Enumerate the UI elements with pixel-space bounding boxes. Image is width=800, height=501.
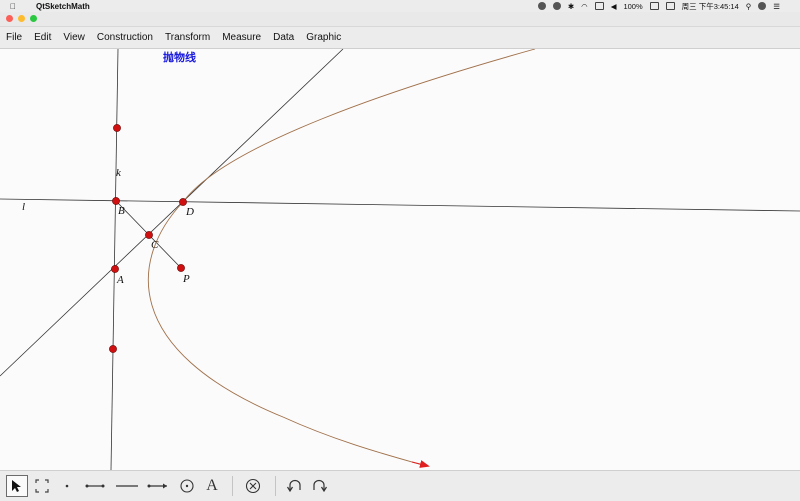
- menu-list-icon[interactable]: ☰: [773, 2, 780, 11]
- bluetooth-icon[interactable]: ✱: [568, 2, 574, 11]
- label-d[interactable]: D: [185, 206, 194, 218]
- select-arrow-icon[interactable]: [6, 475, 28, 497]
- label-k[interactable]: k: [116, 167, 122, 179]
- marquee-select-icon[interactable]: [31, 475, 53, 497]
- apple-icon[interactable]: : [10, 2, 16, 11]
- minimize-window-button[interactable]: [18, 15, 25, 22]
- spotlight-icon[interactable]: ⚲: [746, 2, 752, 11]
- menu-edit[interactable]: Edit: [28, 32, 57, 43]
- undo-icon[interactable]: [284, 475, 306, 497]
- battery-icon[interactable]: [649, 2, 659, 10]
- wifi-icon[interactable]: ◠: [581, 2, 588, 11]
- delete-icon[interactable]: [242, 475, 264, 497]
- ray-icon[interactable]: [147, 475, 169, 497]
- label-c[interactable]: C: [151, 239, 159, 251]
- label-b[interactable]: B: [118, 205, 125, 217]
- battery-percent: 100%: [623, 1, 643, 11]
- circle-icon[interactable]: [176, 475, 198, 497]
- input-flag-icon[interactable]: [665, 2, 675, 10]
- menu-data[interactable]: Data: [267, 32, 300, 43]
- segment-icon[interactable]: [84, 475, 106, 497]
- menu-graphic[interactable]: Graphic: [300, 32, 347, 43]
- close-window-button[interactable]: [6, 15, 13, 22]
- label-a[interactable]: A: [116, 274, 124, 286]
- line-icon[interactable]: [116, 475, 138, 497]
- point-d[interactable]: [179, 198, 187, 206]
- wechat-icon[interactable]: [552, 2, 561, 10]
- zoom-window-button[interactable]: [30, 15, 37, 22]
- trace-arrow-icon: [411, 460, 430, 468]
- sketch-title[interactable]: 抛物线: [163, 50, 196, 64]
- text-icon[interactable]: A: [201, 475, 223, 497]
- point-a[interactable]: [111, 265, 119, 273]
- drawing-canvas[interactable]: 抛物线 k l B D C A P: [0, 49, 800, 470]
- app-menu-bar: File Edit View Construction Transform Me…: [0, 27, 800, 49]
- point-c[interactable]: [145, 231, 153, 239]
- point-k-upper[interactable]: [113, 124, 121, 132]
- menu-construction[interactable]: Construction: [91, 32, 159, 43]
- parabola-curve[interactable]: [147, 49, 536, 467]
- menu-transform[interactable]: Transform: [159, 32, 216, 43]
- label-p[interactable]: P: [182, 273, 190, 285]
- point-k-lower[interactable]: [109, 345, 117, 353]
- point-icon[interactable]: [56, 475, 78, 497]
- tool-palette: A: [0, 470, 800, 501]
- status-icon[interactable]: [537, 2, 546, 10]
- clock[interactable]: 周三 下午3:45:14: [682, 1, 739, 12]
- airplay-icon[interactable]: [594, 2, 604, 10]
- line-k[interactable]: [110, 49, 119, 470]
- user-avatar[interactable]: [758, 2, 767, 10]
- point-p[interactable]: [177, 264, 185, 272]
- menu-measure[interactable]: Measure: [216, 32, 267, 43]
- toolbar-separator: [275, 476, 276, 496]
- label-l[interactable]: l: [22, 201, 25, 213]
- window-title-bar: [0, 12, 800, 27]
- toolbar-separator: [232, 476, 233, 496]
- volume-icon[interactable]: ◀: [611, 2, 617, 11]
- tangent-line[interactable]: [0, 49, 344, 377]
- point-b[interactable]: [112, 197, 120, 205]
- app-name[interactable]: QtSketchMath: [36, 2, 90, 11]
- menu-file[interactable]: File: [0, 32, 28, 43]
- menu-view[interactable]: View: [57, 32, 91, 43]
- system-menu-bar:  QtSketchMath ✱ ◠ ◀ 100% 周三 下午3:45:14 ⚲…: [0, 0, 800, 12]
- redo-icon[interactable]: [308, 475, 330, 497]
